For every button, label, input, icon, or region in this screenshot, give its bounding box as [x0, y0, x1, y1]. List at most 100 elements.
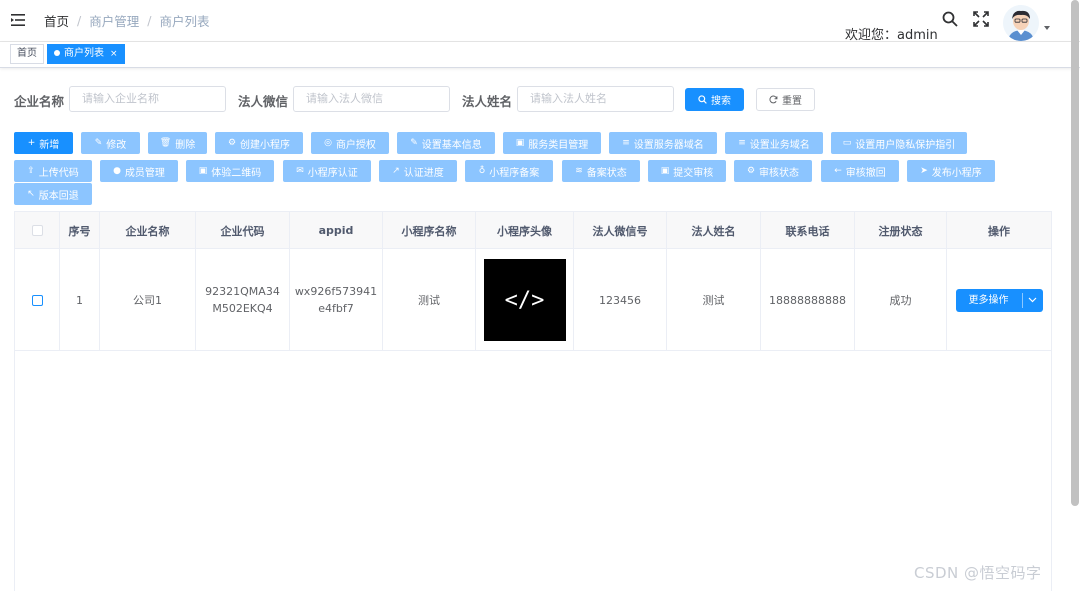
legal-wechat-label: 法人微信 [238, 94, 289, 109]
miniprogram-verify-label: 小程序认证 [307, 167, 358, 179]
search-form: 企业名称 请输入企业名称 法人微信 请输入法人微信 法人姓名 请输入法人姓名 搜… [0, 86, 1080, 112]
more-actions-button[interactable]: 更多操作 [955, 288, 1043, 312]
watermark-text: CSDN @悟空码字 [914, 564, 1042, 582]
version-rollback-label: 版本回退 [38, 190, 79, 202]
header-phone: 联系电话 [761, 212, 855, 249]
avatar-icon [1003, 5, 1039, 41]
target-icon: ◎ [324, 138, 332, 148]
code-icon: </> [483, 259, 566, 341]
select-all-checkbox[interactable] [31, 225, 43, 236]
set-server-domain-button[interactable]: ≡ 设置服务器域名 [609, 132, 717, 154]
submit-review-button[interactable]: ▣ 提交审核 [648, 160, 726, 182]
appid-line2: e4fbf7 [318, 302, 354, 315]
list-icon: ≡ [622, 138, 630, 148]
verify-progress-label: 认证进度 [403, 167, 444, 179]
edit-button-label: 修改 [106, 139, 127, 151]
tags-view: 首页 商户列表 × [0, 42, 1080, 68]
filing-status-label: 备案状态 [586, 167, 627, 179]
database-icon: ≋ [575, 166, 583, 176]
gear-icon: ⚙ [746, 166, 756, 176]
company-name-label: 企业名称 [14, 94, 65, 109]
tag-home-label: 首页 [17, 48, 37, 59]
breadcrumb-home[interactable]: 首页 [44, 11, 69, 30]
tag-merchant-list[interactable]: 商户列表 × [47, 44, 125, 64]
row-legal-name: 测试 [667, 249, 761, 351]
row-miniprogram-avatar: </> [476, 249, 574, 351]
hamburger-icon[interactable] [10, 12, 26, 28]
publish-miniprogram-label: 发布小程序 [931, 167, 982, 179]
header-legal-wechat: 法人微信号 [574, 212, 667, 249]
row-miniprogram-name: 测试 [383, 249, 476, 351]
delete-button[interactable]: 🗑 删除 [148, 132, 207, 154]
review-withdraw-button[interactable]: ← 审核撤回 [821, 160, 899, 182]
miniprogram-filing-button[interactable]: ♁ 小程序备案 [465, 160, 553, 182]
more-actions-label: 更多操作 [956, 292, 1023, 308]
breadcrumb: 首页 / 商户管理 / 商户列表 [44, 11, 209, 30]
qrcode-icon: ▣ [198, 166, 208, 176]
row-checkbox[interactable] [31, 294, 43, 306]
header-miniprogram-name: 小程序名称 [383, 212, 476, 249]
miniprogram-verify-button[interactable]: ✉ 小程序认证 [283, 160, 371, 182]
header-appid: appid [290, 212, 383, 249]
company-code-line2: M502EKQ4 [212, 302, 273, 315]
header-register-status: 注册状态 [855, 212, 947, 249]
create-miniprogram-label: 创建小程序 [240, 139, 291, 151]
service-category-button[interactable]: ▣ 服务类目管理 [503, 132, 601, 154]
verify-progress-button[interactable]: ↗ 认证进度 [379, 160, 457, 182]
chevron-down-icon[interactable] [1044, 26, 1050, 30]
welcome-text: 欢迎您：admin [845, 28, 938, 43]
legal-name-input[interactable]: 请输入法人姓名 [517, 86, 674, 112]
publish-miniprogram-button[interactable]: ➤ 发布小程序 [907, 160, 995, 182]
legal-wechat-input[interactable]: 请输入法人微信 [293, 86, 450, 112]
merchant-auth-button[interactable]: ◎ 商户授权 [311, 132, 389, 154]
trash-icon: 🗑 [159, 138, 172, 148]
version-rollback-button[interactable]: ↖ 版本回退 [14, 183, 92, 205]
header-company-code: 企业代码 [196, 212, 290, 249]
row-index: 1 [60, 249, 100, 351]
legal-name-label: 法人姓名 [462, 94, 513, 109]
review-status-button[interactable]: ⚙ 审核状态 [734, 160, 812, 182]
filing-status-button[interactable]: ≋ 备案状态 [562, 160, 640, 182]
tag-home[interactable]: 首页 [10, 44, 44, 64]
upload-code-button[interactable]: ⇪ 上传代码 [14, 160, 92, 182]
create-miniprogram-button[interactable]: ⚙ 创建小程序 [215, 132, 303, 154]
reset-button[interactable]: 重置 [756, 88, 815, 111]
set-basic-info-button[interactable]: ✎ 设置基本信息 [397, 132, 495, 154]
close-icon[interactable]: × [110, 49, 118, 59]
search-button[interactable]: 搜索 [685, 88, 744, 111]
page-scrollbar[interactable] [1071, 0, 1079, 506]
row-legal-wechat: 123456 [574, 249, 667, 351]
arrow-up-left-icon: ↖ [27, 189, 35, 199]
fullscreen-icon[interactable] [973, 11, 989, 27]
company-name-input[interactable]: 请输入企业名称 [69, 86, 226, 112]
top-navbar: 首页 / 商户管理 / 商户列表 欢迎您：admin [0, 0, 1080, 43]
merchant-auth-label: 商户授权 [335, 139, 376, 151]
monitor-icon: ▭ [842, 138, 852, 148]
user-icon: ● [113, 166, 121, 176]
breadcrumb-separator: / [147, 13, 152, 28]
add-button[interactable]: + 新增 [14, 132, 73, 154]
edit-icon: ✎ [410, 138, 418, 148]
box-icon: ▣ [515, 138, 525, 148]
header-miniprogram-avatar: 小程序头像 [476, 212, 574, 249]
member-management-label: 成员管理 [124, 167, 165, 179]
trial-qrcode-button[interactable]: ▣ 体验二维码 [186, 160, 274, 182]
set-business-domain-button[interactable]: ≡ 设置业务域名 [725, 132, 823, 154]
review-withdraw-label: 审核撤回 [845, 167, 886, 179]
search-icon[interactable] [942, 11, 958, 27]
external-link-icon: ↗ [392, 166, 400, 176]
user-avatar[interactable] [1003, 5, 1039, 41]
edit-button[interactable]: ✎ 修改 [81, 132, 140, 154]
send-icon: ➤ [920, 166, 928, 176]
upload-icon: ⇪ [27, 166, 35, 176]
chevron-down-icon[interactable] [1023, 297, 1043, 303]
header-index: 序号 [60, 212, 100, 249]
miniprogram-filing-label: 小程序备案 [489, 167, 540, 179]
privacy-guide-button[interactable]: ▭ 设置用户隐私保护指引 [831, 132, 967, 154]
breadcrumb-current: 商户列表 [159, 14, 210, 29]
upload-code-label: 上传代码 [38, 167, 79, 179]
table-row: 1 公司1 92321QMA34 M502EKQ4 wx926f573941 e… [15, 249, 1051, 351]
search-icon [698, 95, 707, 104]
row-actions: 更多操作 [947, 249, 1051, 351]
member-management-button[interactable]: ● 成员管理 [100, 160, 178, 182]
